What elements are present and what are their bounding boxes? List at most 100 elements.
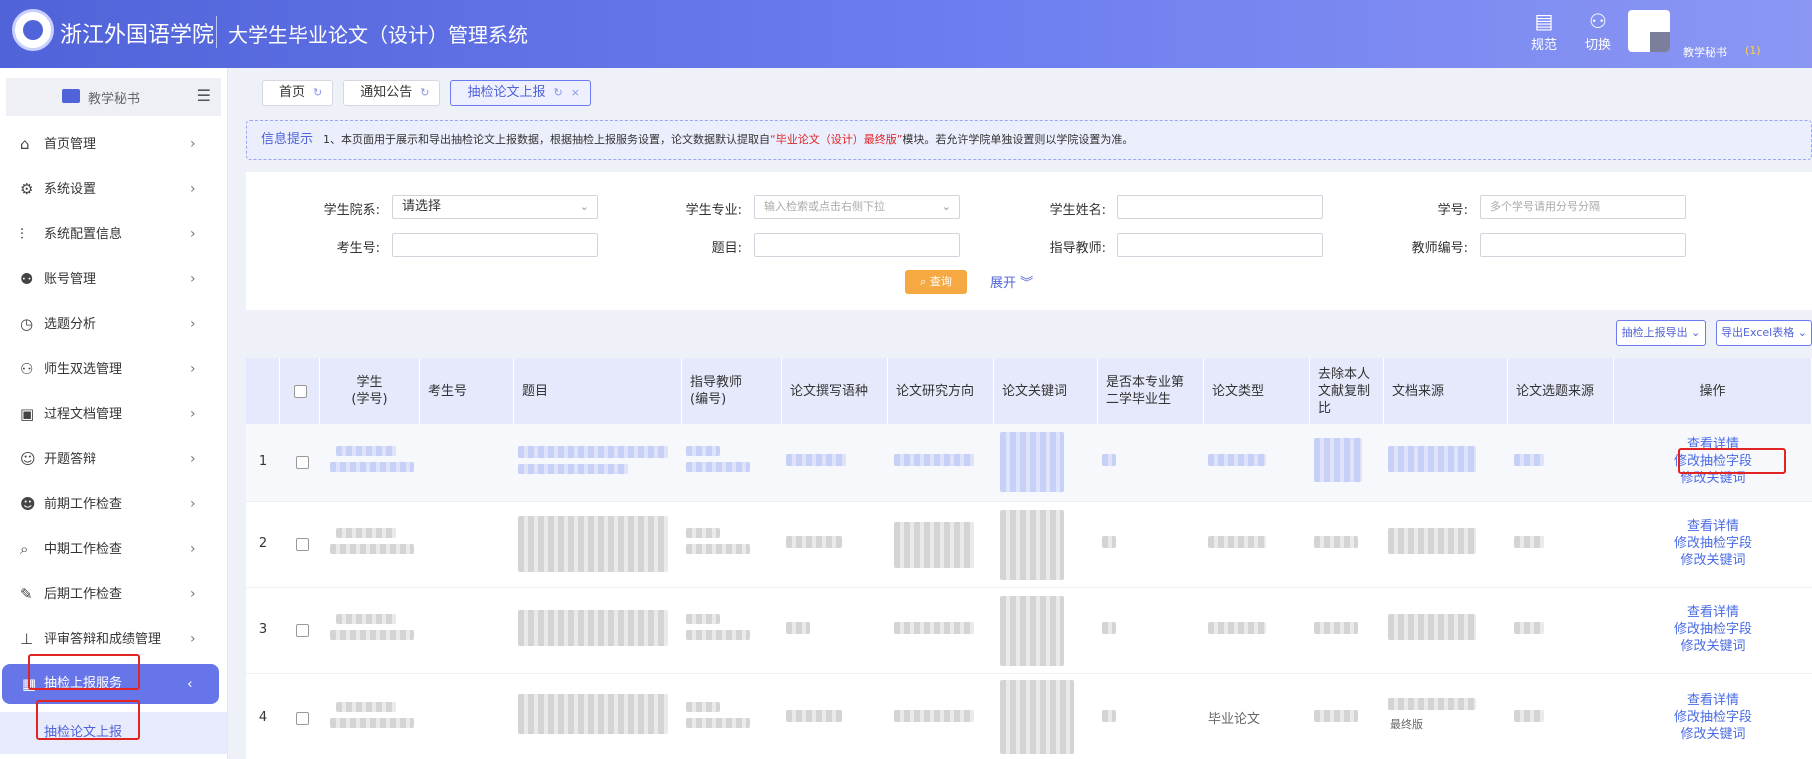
sidebar-item-late-check[interactable]: ✎ 后期工作检查 ›: [0, 572, 227, 617]
chevron-right-icon: ›: [190, 271, 196, 287]
close-icon[interactable]: ×: [571, 81, 580, 105]
sidebar-item-accounts[interactable]: ⚉ 账号管理 ›: [0, 257, 227, 302]
advisor-input[interactable]: [1117, 233, 1323, 257]
edit-keywords-link[interactable]: 修改关键词: [1614, 552, 1812, 569]
view-details-link[interactable]: 查看详情: [1614, 692, 1812, 709]
switch-button[interactable]: ⚇ 切换: [1578, 8, 1618, 53]
sidebar-item-label: 中期工作检查: [44, 542, 123, 557]
exam-no-input[interactable]: [392, 233, 598, 257]
export-excel-button[interactable]: 导出Excel表格 ⌄: [1716, 320, 1812, 346]
cell-paper-type: 毕业论文: [1208, 712, 1261, 727]
sidebar-item-system-config[interactable]: ⫶ 系统配置信息 ›: [0, 212, 227, 257]
student-id-placeholder: 多个学号请用分号分隔: [1490, 200, 1600, 213]
sidebar-item-label: 系统设置: [44, 182, 97, 197]
tab-home[interactable]: 首页 ↻: [262, 80, 334, 106]
edit-keywords-link[interactable]: 修改关键词: [1614, 638, 1812, 655]
search-icon: ⌕: [920, 275, 930, 288]
header-exam-no: 考生号: [420, 358, 514, 424]
redacted-first-degree: [1102, 710, 1116, 722]
row-checkbox[interactable]: [296, 712, 309, 725]
edit-sampling-fields-link[interactable]: 修改抽检字段: [1614, 621, 1812, 638]
expand-button[interactable]: 展开 ︾: [990, 272, 1033, 291]
redacted-topic-source: [1514, 622, 1544, 634]
redacted-topic-source: [1514, 710, 1544, 722]
query-label: 查询: [929, 275, 952, 288]
sidebar-item-system-settings[interactable]: ⚙ 系统设置 ›: [0, 167, 227, 212]
student-id-input[interactable]: 多个学号请用分号分隔: [1480, 195, 1686, 219]
sidebar-item-mid-check[interactable]: ⌕ 中期工作检查 ›: [0, 527, 227, 572]
row-checkbox[interactable]: [296, 538, 309, 551]
sidebar-item-label: 师生双选管理: [44, 362, 123, 377]
chevron-up-icon: ›: [187, 676, 193, 692]
query-button[interactable]: ⌕ 查询: [905, 270, 967, 294]
data-table: 学生 (学号) 考生号 题目 指导教师 (编号) 论文撰写语种 论文研究方向 论…: [246, 358, 1812, 759]
page-tabs: 首页 ↻ 通知公告 ↻ 抽检论文上报 ↻ ×: [262, 80, 591, 106]
title-input[interactable]: [754, 233, 960, 257]
chevron-right-icon: ›: [190, 181, 196, 197]
redacted-advisor-id: [686, 630, 750, 640]
person-check-icon: ☻: [20, 495, 36, 513]
refresh-icon[interactable]: ↻: [553, 81, 562, 105]
export-report-button[interactable]: 抽检上报导出 ⌄: [1616, 320, 1706, 346]
sidebar-item-process-docs[interactable]: ▣ 过程文档管理 ›: [0, 392, 227, 437]
redacted-first-degree: [1102, 454, 1116, 466]
sidebar-item-label: 开题答辩: [44, 452, 97, 467]
view-details-link[interactable]: 查看详情: [1614, 604, 1812, 621]
refresh-icon[interactable]: ↻: [313, 81, 322, 105]
edit-sampling-fields-link[interactable]: 修改抽检字段: [1614, 709, 1812, 726]
collapse-menu-icon[interactable]: ☰: [197, 86, 211, 105]
college-select[interactable]: 请选择 ⌄: [392, 195, 598, 219]
sidebar-item-label: 账号管理: [44, 272, 97, 287]
norms-button[interactable]: ▤ 规范: [1524, 8, 1564, 53]
row-checkbox[interactable]: [296, 624, 309, 637]
redacted-source: [1388, 698, 1476, 710]
edit-keywords-link[interactable]: 修改关键词: [1614, 726, 1812, 743]
sidebar-item-early-check[interactable]: ☻ 前期工作检查 ›: [0, 482, 227, 527]
tab-label: 首页: [279, 85, 306, 100]
refresh-icon[interactable]: ↻: [420, 81, 429, 105]
sidebar-item-proposal-defense[interactable]: ☺ 开题答辩 ›: [0, 437, 227, 482]
student-name-label: 学生姓名:: [1049, 203, 1106, 218]
edit-sampling-fields-link[interactable]: 修改抽检字段: [1614, 535, 1812, 552]
redacted-dup-rate: [1314, 622, 1358, 634]
tab-sampling-report[interactable]: 抽检论文上报 ↻ ×: [450, 80, 591, 106]
redacted-student-name: [336, 446, 396, 456]
info-highlight: “毕业论文（设计）最终版”: [770, 133, 903, 146]
teacher-no-input[interactable]: [1480, 233, 1686, 257]
home-icon: ⌂: [20, 135, 30, 153]
redacted-advisor: [686, 446, 720, 456]
header-index: [246, 358, 280, 424]
document-list-icon: ▤: [1534, 9, 1554, 33]
row-index: 3: [258, 622, 268, 637]
sidebar-item-mutual-selection[interactable]: ⚇ 师生双选管理 ›: [0, 347, 227, 392]
avatar[interactable]: [1628, 10, 1670, 52]
header-student: 学生 (学号): [320, 358, 420, 424]
chevron-right-icon: ›: [190, 316, 196, 332]
clipboard-icon: ▣: [20, 405, 35, 423]
export-excel-label: 导出Excel表格: [1721, 326, 1795, 339]
major-select[interactable]: 输入检索或点击右侧下拉 ⌄: [754, 195, 960, 219]
redacted-direction: [894, 622, 974, 634]
sidebar-item-home[interactable]: ⌂ 首页管理 ›: [0, 122, 227, 167]
redacted-dup-rate: [1314, 710, 1358, 722]
row-actions: 查看详情 修改抽检字段 修改关键词: [1614, 518, 1812, 569]
annotation-box-edit-fields: [1678, 448, 1786, 474]
view-details-link[interactable]: 查看详情: [1614, 518, 1812, 535]
sidebar-item-label: 系统配置信息: [44, 227, 123, 242]
tab-notices[interactable]: 通知公告 ↻: [343, 80, 441, 106]
redacted-first-degree: [1102, 536, 1116, 548]
teacher-no-label: 教师编号:: [1411, 241, 1468, 256]
row-actions: 查看详情 修改抽检字段 修改关键词: [1614, 692, 1812, 743]
sidebar-item-topic-analysis[interactable]: ◷ 选题分析 ›: [0, 302, 227, 347]
row-checkbox[interactable]: [296, 456, 309, 469]
chevron-right-icon: ›: [190, 586, 196, 602]
table-header: 学生 (学号) 考生号 题目 指导教师 (编号) 论文撰写语种 论文研究方向 论…: [246, 358, 1812, 424]
user-name[interactable]: 教学秘书: [1683, 44, 1727, 60]
table-row: 2 查看详情 修改抽检字段 修改关键词: [246, 502, 1812, 588]
redacted-topic-source: [1514, 536, 1544, 548]
header-actions: 操作: [1614, 358, 1812, 424]
student-name-input[interactable]: [1117, 195, 1323, 219]
redacted-student-name: [336, 614, 396, 624]
header-type: 论文类型: [1204, 358, 1310, 424]
select-all-checkbox[interactable]: [294, 385, 307, 398]
